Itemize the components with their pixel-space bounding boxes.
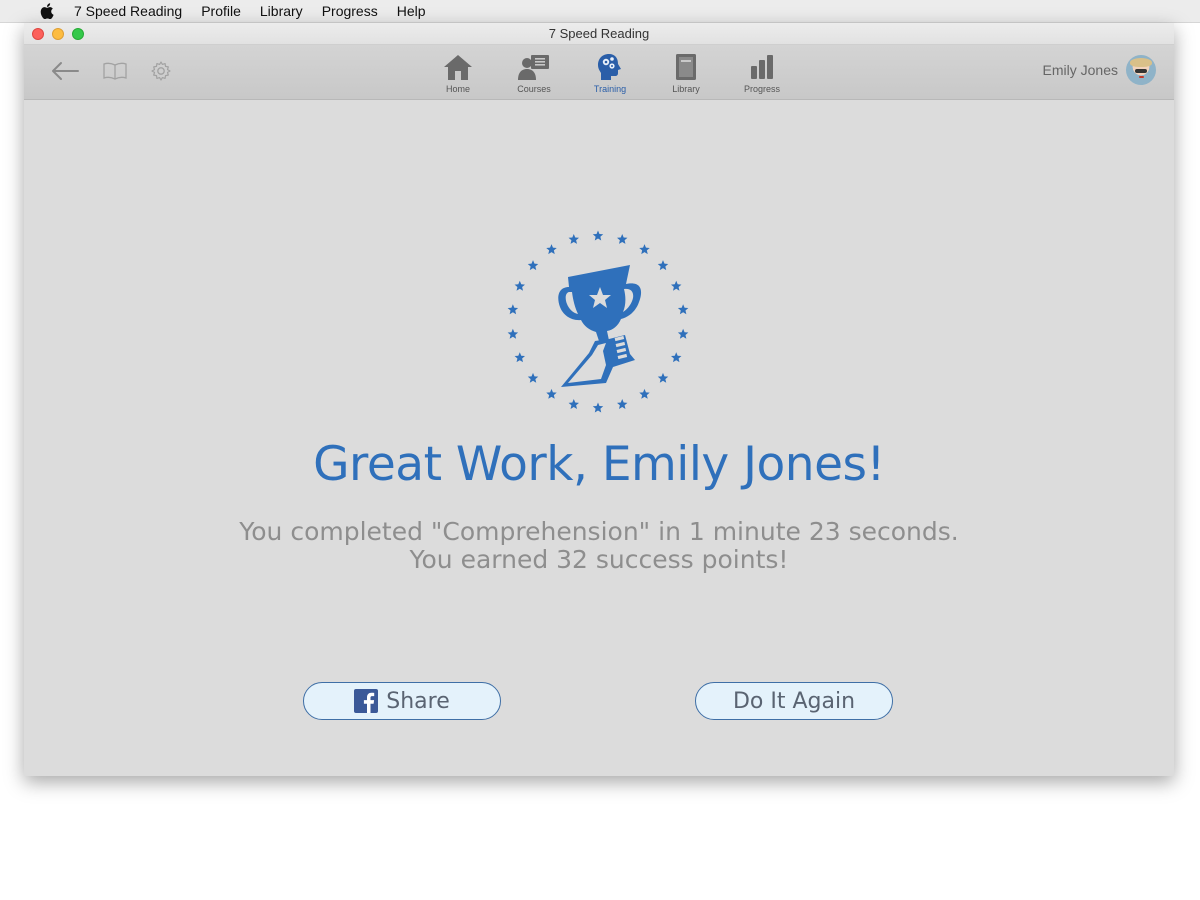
star-icon xyxy=(671,280,682,291)
star-icon xyxy=(677,304,689,315)
nav-courses[interactable]: Courses xyxy=(496,52,572,94)
home-icon xyxy=(442,52,474,82)
star-icon xyxy=(546,244,557,255)
result-screen: Great Work, Emily Jones! You completed "… xyxy=(24,100,1174,776)
apple-icon[interactable] xyxy=(40,3,56,19)
star-icon xyxy=(568,233,579,244)
points-earned-text: You earned 32 success points! xyxy=(409,545,789,574)
nav-library[interactable]: Library xyxy=(648,52,724,94)
gear-icon[interactable] xyxy=(150,60,172,82)
star-icon xyxy=(527,372,539,383)
user-menu[interactable]: Emily Jones xyxy=(1043,55,1156,85)
nav-progress-label: Progress xyxy=(743,84,780,94)
nav-training-label: Training xyxy=(593,84,627,94)
star-icon xyxy=(568,399,579,409)
result-message: You completed "Comprehension" in 1 minut… xyxy=(24,518,1174,574)
star-icon xyxy=(671,352,682,363)
nav-courses-label: Courses xyxy=(517,84,551,94)
close-window-button[interactable] xyxy=(32,28,44,40)
book-icon[interactable] xyxy=(102,61,128,81)
star-icon xyxy=(507,304,519,315)
library-icon xyxy=(674,52,698,82)
do-it-again-label: Do It Again xyxy=(732,688,856,714)
menu-app-name[interactable]: 7 Speed Reading xyxy=(74,3,182,19)
star-icon xyxy=(592,402,604,413)
nav-library-label: Library xyxy=(672,84,700,94)
share-button[interactable]: Share xyxy=(303,682,501,720)
star-icon xyxy=(677,328,689,339)
minimize-window-button[interactable] xyxy=(52,28,64,40)
training-icon xyxy=(596,52,624,82)
window-controls xyxy=(32,28,84,40)
star-icon xyxy=(617,399,628,409)
toolbar: Home Courses Training Library Progress E… xyxy=(24,45,1174,100)
congrats-headline: Great Work, Emily Jones! xyxy=(313,437,885,492)
completion-time-text: You completed "Comprehension" in 1 minut… xyxy=(239,517,959,546)
menu-profile[interactable]: Profile xyxy=(201,3,241,19)
star-icon xyxy=(514,352,525,363)
star-icon xyxy=(546,388,557,399)
trophy-icon xyxy=(507,230,689,413)
do-it-again-button[interactable]: Do It Again xyxy=(695,682,893,720)
title-bar: 7 Speed Reading xyxy=(24,23,1174,45)
star-icon xyxy=(507,328,519,339)
nav-home[interactable]: Home xyxy=(420,52,496,94)
back-arrow-icon[interactable] xyxy=(50,61,80,81)
share-button-label: Share xyxy=(386,688,450,714)
facebook-icon xyxy=(354,689,379,713)
star-icon xyxy=(514,280,525,291)
progress-icon xyxy=(749,52,775,82)
maximize-window-button[interactable] xyxy=(72,28,84,40)
star-icon xyxy=(639,244,650,255)
menu-help[interactable]: Help xyxy=(397,3,426,19)
user-name: Emily Jones xyxy=(1042,62,1118,78)
app-window: 7 Speed Reading Home Courses Training Li… xyxy=(24,23,1174,776)
star-icon xyxy=(639,388,650,399)
star-icon xyxy=(592,230,604,241)
courses-icon xyxy=(517,52,551,82)
star-icon xyxy=(657,260,669,271)
menu-progress[interactable]: Progress xyxy=(322,3,378,19)
avatar[interactable] xyxy=(1126,55,1156,85)
nav-progress[interactable]: Progress xyxy=(724,52,800,94)
menu-bar: 7 Speed Reading Profile Library Progress… xyxy=(0,0,1200,23)
toolbar-left-actions xyxy=(50,60,172,82)
star-icon xyxy=(527,260,539,271)
main-nav: Home Courses Training Library Progress xyxy=(420,52,800,94)
nav-home-label: Home xyxy=(445,84,470,94)
star-icon xyxy=(657,372,669,383)
window-title: 7 Speed Reading xyxy=(548,26,650,41)
nav-training[interactable]: Training xyxy=(572,52,648,94)
star-icon xyxy=(617,233,628,244)
menu-library[interactable]: Library xyxy=(260,3,303,19)
